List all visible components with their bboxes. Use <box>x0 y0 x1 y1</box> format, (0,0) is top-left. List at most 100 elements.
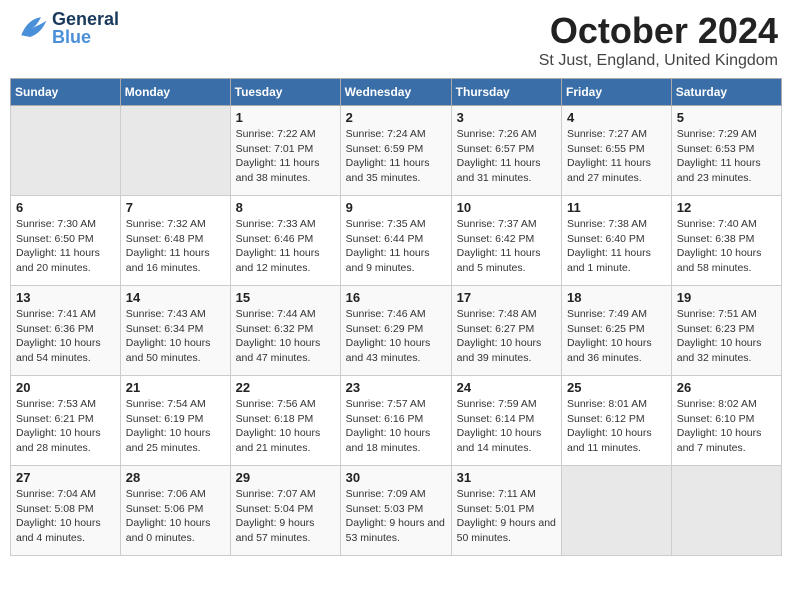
calendar-cell: 26Sunrise: 8:02 AM Sunset: 6:10 PM Dayli… <box>671 376 781 466</box>
calendar-cell: 12 Sunrise: 7:40 AM Sunset: 6:38 PM Dayli… <box>671 196 781 286</box>
calendar-cell <box>120 106 230 196</box>
day-number: 16 <box>346 290 446 305</box>
day-number: 14 <box>126 290 225 305</box>
calendar-cell: 23 Sunrise: 7:57 AM Sunset: 6:16 PM Dayli… <box>340 376 451 466</box>
day-number: 9 <box>346 200 446 215</box>
calendar-week-4: 20Sunrise: 7:53 AM Sunset: 6:21 PM Dayli… <box>11 376 782 466</box>
calendar-cell: 13 Sunrise: 7:41 AM Sunset: 6:36 PM Dayli… <box>11 286 121 376</box>
weekday-header-thursday: Thursday <box>451 79 561 106</box>
calendar-cell: 28 Sunrise: 7:06 AM Sunset: 5:06 PM Dayli… <box>120 466 230 556</box>
calendar-cell: 22 Sunrise: 7:56 AM Sunset: 6:18 PM Dayli… <box>230 376 340 466</box>
day-info: Sunrise: 8:02 AM Sunset: 6:10 PM Dayligh… <box>677 397 776 456</box>
weekday-header-sunday: Sunday <box>11 79 121 106</box>
day-number: 25 <box>567 380 666 395</box>
day-number: 30 <box>346 470 446 485</box>
calendar-cell <box>562 466 672 556</box>
calendar-cell: 9Sunrise: 7:35 AM Sunset: 6:44 PM Daylig… <box>340 196 451 286</box>
day-number: 2 <box>346 110 446 125</box>
calendar-cell: 11 Sunrise: 7:38 AM Sunset: 6:40 PM Dayli… <box>562 196 672 286</box>
weekday-header-saturday: Saturday <box>671 79 781 106</box>
calendar-cell: 7 Sunrise: 7:32 AM Sunset: 6:48 PM Daylig… <box>120 196 230 286</box>
calendar-cell: 2 Sunrise: 7:24 AM Sunset: 6:59 PM Daylig… <box>340 106 451 196</box>
calendar-cell: 30 Sunrise: 7:09 AM Sunset: 5:03 PM Dayli… <box>340 466 451 556</box>
calendar-cell: 5Sunrise: 7:29 AM Sunset: 6:53 PM Daylig… <box>671 106 781 196</box>
calendar-cell: 16 Sunrise: 7:46 AM Sunset: 6:29 PM Dayli… <box>340 286 451 376</box>
day-info: Sunrise: 7:57 AM Sunset: 6:16 PM Dayligh… <box>346 397 446 456</box>
day-info: Sunrise: 7:53 AM Sunset: 6:21 PM Dayligh… <box>16 397 115 456</box>
day-info: Sunrise: 7:11 AM Sunset: 5:01 PM Dayligh… <box>457 487 556 546</box>
day-info: Sunrise: 7:59 AM Sunset: 6:14 PM Dayligh… <box>457 397 556 456</box>
calendar-table: SundayMondayTuesdayWednesdayThursdayFrid… <box>10 78 782 556</box>
calendar-cell: 3Sunrise: 7:26 AM Sunset: 6:57 PM Daylig… <box>451 106 561 196</box>
weekday-header-monday: Monday <box>120 79 230 106</box>
logo-general: General <box>52 10 119 28</box>
calendar-cell: 21 Sunrise: 7:54 AM Sunset: 6:19 PM Dayli… <box>120 376 230 466</box>
day-number: 17 <box>457 290 556 305</box>
day-info: Sunrise: 7:26 AM Sunset: 6:57 PM Dayligh… <box>457 127 556 186</box>
day-info: Sunrise: 7:32 AM Sunset: 6:48 PM Dayligh… <box>126 217 225 276</box>
calendar-cell: 27Sunrise: 7:04 AM Sunset: 5:08 PM Dayli… <box>11 466 121 556</box>
calendar-cell: 8Sunrise: 7:33 AM Sunset: 6:46 PM Daylig… <box>230 196 340 286</box>
calendar-cell <box>671 466 781 556</box>
calendar-cell: 25 Sunrise: 8:01 AM Sunset: 6:12 PM Dayli… <box>562 376 672 466</box>
day-number: 13 <box>16 290 115 305</box>
calendar-cell: 19 Sunrise: 7:51 AM Sunset: 6:23 PM Dayli… <box>671 286 781 376</box>
day-number: 28 <box>126 470 225 485</box>
day-number: 21 <box>126 380 225 395</box>
weekday-header-wednesday: Wednesday <box>340 79 451 106</box>
logo-icon <box>14 10 50 46</box>
weekday-header-row: SundayMondayTuesdayWednesdayThursdayFrid… <box>11 79 782 106</box>
day-info: Sunrise: 7:07 AM Sunset: 5:04 PM Dayligh… <box>236 487 335 546</box>
day-info: Sunrise: 7:27 AM Sunset: 6:55 PM Dayligh… <box>567 127 666 186</box>
day-info: Sunrise: 7:30 AM Sunset: 6:50 PM Dayligh… <box>16 217 115 276</box>
calendar-cell: 20Sunrise: 7:53 AM Sunset: 6:21 PM Dayli… <box>11 376 121 466</box>
day-number: 23 <box>346 380 446 395</box>
day-info: Sunrise: 7:41 AM Sunset: 6:36 PM Dayligh… <box>16 307 115 366</box>
day-number: 24 <box>457 380 556 395</box>
day-info: Sunrise: 7:37 AM Sunset: 6:42 PM Dayligh… <box>457 217 556 276</box>
calendar-cell: 29 Sunrise: 7:07 AM Sunset: 5:04 PM Dayli… <box>230 466 340 556</box>
calendar-cell: 10 Sunrise: 7:37 AM Sunset: 6:42 PM Dayli… <box>451 196 561 286</box>
day-number: 4 <box>567 110 666 125</box>
day-number: 29 <box>236 470 335 485</box>
day-info: Sunrise: 7:24 AM Sunset: 6:59 PM Dayligh… <box>346 127 446 186</box>
calendar-cell: 14 Sunrise: 7:43 AM Sunset: 6:34 PM Dayli… <box>120 286 230 376</box>
day-number: 6 <box>16 200 115 215</box>
day-number: 22 <box>236 380 335 395</box>
day-number: 27 <box>16 470 115 485</box>
day-info: Sunrise: 7:33 AM Sunset: 6:46 PM Dayligh… <box>236 217 335 276</box>
day-number: 12 <box>677 200 776 215</box>
day-info: Sunrise: 7:44 AM Sunset: 6:32 PM Dayligh… <box>236 307 335 366</box>
day-number: 7 <box>126 200 225 215</box>
calendar-cell: 15Sunrise: 7:44 AM Sunset: 6:32 PM Dayli… <box>230 286 340 376</box>
logo-blue: Blue <box>52 28 119 46</box>
calendar-cell: 24 Sunrise: 7:59 AM Sunset: 6:14 PM Dayli… <box>451 376 561 466</box>
day-number: 11 <box>567 200 666 215</box>
calendar-week-5: 27Sunrise: 7:04 AM Sunset: 5:08 PM Dayli… <box>11 466 782 556</box>
day-info: Sunrise: 7:40 AM Sunset: 6:38 PM Dayligh… <box>677 217 776 276</box>
calendar-cell: 17Sunrise: 7:48 AM Sunset: 6:27 PM Dayli… <box>451 286 561 376</box>
day-number: 18 <box>567 290 666 305</box>
day-number: 1 <box>236 110 335 125</box>
day-info: Sunrise: 7:51 AM Sunset: 6:23 PM Dayligh… <box>677 307 776 366</box>
calendar-cell: 1Sunrise: 7:22 AM Sunset: 7:01 PM Daylig… <box>230 106 340 196</box>
day-info: Sunrise: 7:38 AM Sunset: 6:40 PM Dayligh… <box>567 217 666 276</box>
day-info: Sunrise: 7:29 AM Sunset: 6:53 PM Dayligh… <box>677 127 776 186</box>
calendar-week-2: 6 Sunrise: 7:30 AM Sunset: 6:50 PM Daylig… <box>11 196 782 286</box>
calendar-cell: 18Sunrise: 7:49 AM Sunset: 6:25 PM Dayli… <box>562 286 672 376</box>
day-number: 10 <box>457 200 556 215</box>
calendar-cell: 31Sunrise: 7:11 AM Sunset: 5:01 PM Dayli… <box>451 466 561 556</box>
day-info: Sunrise: 7:46 AM Sunset: 6:29 PM Dayligh… <box>346 307 446 366</box>
day-info: Sunrise: 7:43 AM Sunset: 6:34 PM Dayligh… <box>126 307 225 366</box>
location-subtitle: St Just, England, United Kingdom <box>539 52 778 70</box>
day-info: Sunrise: 7:54 AM Sunset: 6:19 PM Dayligh… <box>126 397 225 456</box>
day-info: Sunrise: 7:56 AM Sunset: 6:18 PM Dayligh… <box>236 397 335 456</box>
day-info: Sunrise: 7:09 AM Sunset: 5:03 PM Dayligh… <box>346 487 446 546</box>
day-info: Sunrise: 8:01 AM Sunset: 6:12 PM Dayligh… <box>567 397 666 456</box>
calendar-week-1: 1Sunrise: 7:22 AM Sunset: 7:01 PM Daylig… <box>11 106 782 196</box>
day-info: Sunrise: 7:06 AM Sunset: 5:06 PM Dayligh… <box>126 487 225 546</box>
calendar-week-3: 13 Sunrise: 7:41 AM Sunset: 6:36 PM Dayli… <box>11 286 782 376</box>
weekday-header-tuesday: Tuesday <box>230 79 340 106</box>
month-title: October 2024 <box>539 10 778 52</box>
day-number: 19 <box>677 290 776 305</box>
